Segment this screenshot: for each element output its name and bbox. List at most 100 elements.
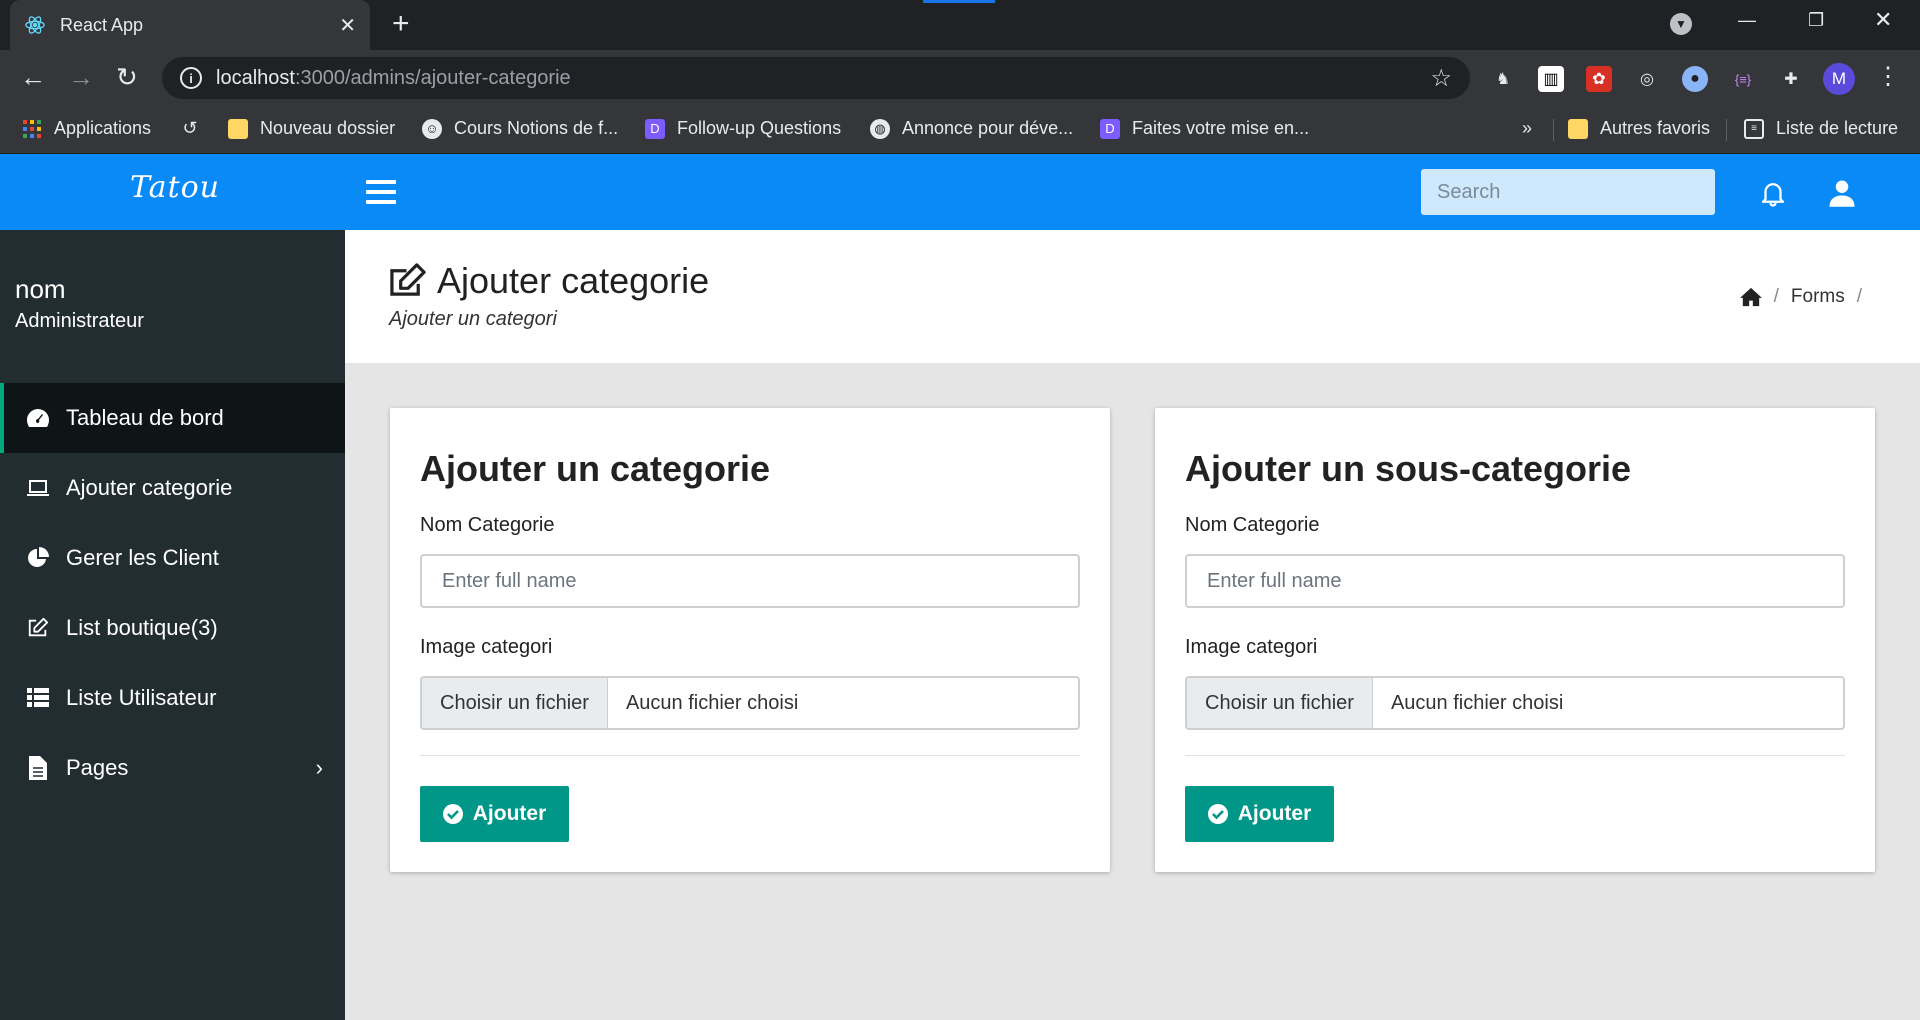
reload-icon[interactable]: ↻ [116, 62, 138, 92]
sidebar-item-list-boutique[interactable]: List boutique(3) [0, 593, 345, 663]
breadcrumb-forms[interactable]: Forms [1791, 286, 1845, 308]
browser-menu-icon[interactable]: ⋮ [1876, 62, 1900, 91]
bookmark-label: Autres favoris [1600, 118, 1711, 138]
edit-icon [26, 616, 50, 640]
history-icon[interactable]: ↺ [180, 118, 212, 138]
loading-indicator [923, 0, 995, 3]
tab-search-icon[interactable]: ▼ [1670, 13, 1692, 35]
image-label: Image categori [420, 636, 553, 658]
ajouter-button[interactable]: Ajouter [1185, 786, 1334, 842]
button-label: Ajouter [1237, 802, 1312, 825]
chevron-right-icon: › [315, 755, 323, 780]
check-circle-icon [442, 804, 463, 824]
reading-list-icon: ≡ [1744, 118, 1764, 139]
apps-grid-icon [22, 119, 42, 139]
bookmark-annonce[interactable]: ◍ Annonce pour déve... [870, 118, 1073, 139]
page-header: Ajouter categorie Ajouter un categori / … [345, 230, 1920, 363]
forward-icon[interactable]: → [68, 62, 94, 92]
search-box [1421, 169, 1715, 215]
home-icon[interactable] [1739, 287, 1762, 307]
target-extension-icon[interactable]: ◎ [1634, 66, 1660, 92]
sidebar-item-label: Liste Utilisateur [66, 685, 217, 710]
subcategory-image-file-input[interactable]: Choisir un fichier Aucun fichier choisi [1185, 676, 1845, 730]
bookmark-label: Nouveau dossier [260, 118, 396, 138]
bookmark-cours-notions[interactable]: ☺ Cours Notions de f... [422, 118, 618, 139]
add-subcategory-card: Ajouter un sous-categorie Nom Categorie … [1155, 408, 1875, 872]
chess-extension-icon[interactable]: ♞ [1490, 66, 1516, 92]
bookmark-label: Cours Notions de f... [454, 118, 619, 138]
sidebar-item-liste-utilisateur[interactable]: Liste Utilisateur [0, 663, 345, 733]
check-circle-icon [1207, 804, 1228, 824]
circle-extension-icon[interactable]: ● [1682, 66, 1708, 92]
restore-icon[interactable]: ❐ [1808, 10, 1824, 31]
close-window-icon[interactable]: ✕ [1874, 7, 1892, 33]
bookmarks-overflow[interactable]: » [1522, 118, 1532, 139]
browser-tab[interactable]: React App ✕ [10, 0, 370, 50]
minimize-icon[interactable]: — [1738, 10, 1756, 31]
extensions-puzzle-icon[interactable]: ✚ [1778, 66, 1804, 92]
choose-file-button[interactable]: Choisir un fichier [1187, 678, 1373, 728]
sidebar: nom Administrateur Tableau de bord Ajout… [0, 230, 345, 1020]
pie-chart-icon [26, 546, 50, 570]
bookmark-autres-favoris[interactable]: Autres favoris [1568, 118, 1710, 139]
bookmark-nouveau-dossier[interactable]: Nouveau dossier [228, 118, 395, 139]
paw-extension-icon[interactable]: ✿ [1586, 66, 1612, 92]
image-label: Image categori [1185, 636, 1318, 658]
file-icon [26, 756, 50, 780]
name-label: Nom Categorie [1185, 514, 1320, 536]
sidebar-item-label: Tableau de bord [66, 405, 224, 430]
subcategory-name-input[interactable] [1185, 554, 1845, 608]
folder-icon [228, 118, 248, 139]
add-category-card: Ajouter un categorie Nom Categorie Image… [390, 408, 1110, 872]
avatar-favicon-icon: ☺ [422, 118, 442, 139]
site-info-icon[interactable]: i [180, 67, 202, 89]
bookmark-star-icon[interactable]: ☆ [1430, 64, 1452, 93]
search-input[interactable] [1437, 180, 1702, 204]
sidebar-item-label: Pages [66, 755, 129, 780]
reading-list[interactable]: ≡ Liste de lecture [1744, 118, 1898, 139]
bell-icon[interactable] [1758, 178, 1788, 208]
hamburger-menu-icon[interactable] [366, 180, 396, 204]
bookmark-label: Faites votre mise en... [1132, 118, 1310, 138]
user-name: nom [15, 274, 66, 304]
sidebar-item-ajouter-categorie[interactable]: Ajouter categorie [0, 453, 345, 523]
laptop-icon [26, 476, 50, 500]
sidebar-item-pages[interactable]: Pages › [0, 733, 345, 803]
ajouter-button[interactable]: Ajouter [420, 786, 569, 842]
bookmark-label: Annonce pour déve... [902, 118, 1074, 138]
button-label: Ajouter [472, 802, 547, 825]
user-icon[interactable] [1827, 178, 1857, 208]
piano-extension-icon[interactable]: ▥ [1538, 66, 1564, 92]
bookmark-separator [1553, 119, 1554, 141]
profile-avatar[interactable]: M [1823, 63, 1855, 95]
user-role: Administrateur [15, 310, 144, 332]
address-bar[interactable]: i localhost:3000/admins/ajouter-categori… [162, 57, 1470, 99]
file-status: Aucun fichier choisi [625, 691, 799, 714]
bookmarks-bar: Applications ↺ Nouveau dossier ☺ Cours N… [0, 106, 1920, 154]
edit-icon [390, 263, 426, 296]
card-divider [1185, 755, 1845, 756]
category-image-file-input[interactable]: Choisir un fichier Aucun fichier choisi [420, 676, 1080, 730]
list-icon [26, 686, 50, 710]
d-logo-icon: D [1100, 118, 1120, 139]
category-name-input[interactable] [420, 554, 1080, 608]
bookmark-follow-up[interactable]: D Follow-up Questions [645, 118, 841, 139]
sidebar-item-tableau-de-bord[interactable]: Tableau de bord [0, 383, 345, 453]
card-title: Ajouter un categorie [420, 448, 771, 489]
sidebar-item-gerer-les-client[interactable]: Gerer les Client [0, 523, 345, 593]
page-subtitle: Ajouter un categori [389, 308, 557, 330]
bookmark-separator [1726, 119, 1727, 141]
app-header: Tatou [0, 154, 1920, 230]
dashboard-icon [26, 406, 50, 430]
bookmark-applications[interactable]: Applications [22, 118, 151, 139]
bookmark-faites-votre[interactable]: D Faites votre mise en... [1100, 118, 1309, 139]
choose-file-button[interactable]: Choisir un fichier [422, 678, 608, 728]
json-extension-icon[interactable]: {≡} [1730, 66, 1756, 92]
card-title: Ajouter un sous-categorie [1185, 448, 1632, 489]
back-icon[interactable]: ← [20, 62, 46, 92]
tab-close-icon[interactable]: ✕ [339, 13, 356, 38]
new-tab-icon[interactable]: + [392, 9, 410, 39]
sidebar-item-label: List boutique(3) [66, 615, 218, 640]
brand-logo[interactable]: Tatou [130, 170, 220, 205]
card-divider [420, 755, 1080, 756]
